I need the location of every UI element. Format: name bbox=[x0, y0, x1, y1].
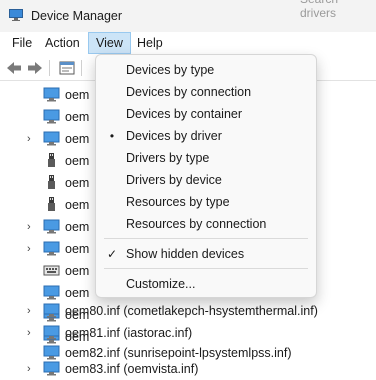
menu-item-label: Devices by connection bbox=[126, 85, 252, 99]
menu-separator bbox=[104, 238, 308, 239]
menu-item-devices-by-driver[interactable]: • Devices by driver bbox=[96, 125, 316, 147]
menu-help[interactable]: Help bbox=[130, 32, 170, 54]
monitor-icon bbox=[43, 219, 60, 234]
chevron-right-icon[interactable]: › bbox=[27, 242, 37, 256]
monitor-icon bbox=[43, 87, 60, 102]
monitor-icon bbox=[43, 361, 60, 376]
menu-item-devices-by-connection[interactable]: Devices by connection bbox=[96, 81, 316, 103]
tree-row-label: oem bbox=[65, 176, 90, 190]
tree-row-label: oem81.inf (iastorac.inf) bbox=[65, 326, 193, 340]
menu-item-label: Devices by type bbox=[126, 63, 215, 77]
menu-item-label: Resources by type bbox=[126, 195, 230, 209]
search-hint[interactable]: Search drivers bbox=[300, 0, 376, 20]
chevron-right-icon[interactable]: › bbox=[27, 362, 37, 376]
menu-item-customize[interactable]: Customize... bbox=[96, 273, 316, 295]
tree-row[interactable]: › oem80.inf (cometlakepch-hsystemthermal… bbox=[0, 300, 376, 322]
monitor-icon bbox=[43, 131, 60, 146]
usb-icon bbox=[48, 197, 55, 211]
menu-item-devices-by-type[interactable]: Devices by type bbox=[96, 59, 316, 81]
menu-item-label: Drivers by device bbox=[126, 173, 222, 187]
chevron-right-icon[interactable]: › bbox=[27, 326, 37, 340]
menu-item-resources-by-connection[interactable]: Resources by connection bbox=[96, 213, 316, 235]
title-bar: Device Manager Search drivers bbox=[0, 0, 376, 32]
tree-row-label: oem80.inf (cometlakepch-hsystemthermal.i… bbox=[65, 304, 318, 318]
menu-item-label: Devices by container bbox=[126, 107, 243, 121]
monitor-icon bbox=[43, 109, 60, 124]
tree-row[interactable]: › oem81.inf (iastorac.inf) bbox=[0, 322, 376, 344]
menu-file[interactable]: File bbox=[5, 32, 39, 54]
tree-row-label: oem bbox=[65, 198, 90, 212]
forward-arrow-icon[interactable] bbox=[26, 59, 44, 77]
menu-item-label: Devices by driver bbox=[126, 129, 222, 143]
radio-bullet-icon: • bbox=[109, 129, 115, 143]
monitor-icon bbox=[43, 325, 60, 340]
chevron-right-icon[interactable]: › bbox=[27, 304, 37, 318]
tree-row-label: oem bbox=[65, 154, 90, 168]
back-arrow-icon[interactable] bbox=[5, 59, 23, 77]
menu-view[interactable]: View bbox=[88, 32, 131, 54]
tree-row-label: oem bbox=[65, 220, 90, 234]
usb-icon bbox=[48, 175, 55, 189]
tree-row-label: oem bbox=[65, 264, 90, 278]
tree-row-label: oem bbox=[65, 242, 90, 256]
toolbar-divider bbox=[81, 60, 82, 76]
menu-item-label: Customize... bbox=[126, 277, 196, 291]
device-manager-icon bbox=[9, 9, 23, 21]
properties-icon[interactable] bbox=[58, 59, 76, 77]
usb-icon bbox=[48, 153, 55, 167]
chevron-right-icon[interactable]: › bbox=[27, 220, 37, 234]
window-title: Device Manager bbox=[31, 9, 123, 23]
menu-item-label: Show hidden devices bbox=[126, 247, 245, 261]
menu-item-resources-by-type[interactable]: Resources by type bbox=[96, 191, 316, 213]
monitor-icon bbox=[43, 303, 60, 318]
menu-item-devices-by-container[interactable]: Devices by container bbox=[96, 103, 316, 125]
menu-item-label: Drivers by type bbox=[126, 151, 210, 165]
menu-item-show-hidden-devices[interactable]: ✓ Show hidden devices bbox=[96, 243, 316, 265]
tree-row-label: oem bbox=[65, 286, 90, 300]
menu-item-drivers-by-device[interactable]: Drivers by device bbox=[96, 169, 316, 191]
chevron-right-icon[interactable]: › bbox=[27, 132, 37, 146]
view-menu-dropdown: Devices by type Devices by connection De… bbox=[95, 54, 317, 298]
tree-row-label: oem bbox=[65, 132, 90, 146]
menu-separator bbox=[104, 268, 308, 269]
tree-row[interactable]: › oem83.inf (oemvista.inf) bbox=[0, 358, 376, 380]
tree-row-label: oem bbox=[65, 110, 90, 124]
menu-bar: File Action View Help bbox=[0, 32, 376, 54]
monitor-icon bbox=[43, 241, 60, 256]
toolbar-divider bbox=[49, 60, 50, 76]
tree-row-label: oem bbox=[65, 88, 90, 102]
menu-item-drivers-by-type[interactable]: Drivers by type bbox=[96, 147, 316, 169]
menu-item-label: Resources by connection bbox=[126, 217, 267, 231]
keyboard-icon bbox=[43, 265, 60, 276]
tree-row-label: oem83.inf (oemvista.inf) bbox=[65, 362, 199, 376]
checkmark-icon: ✓ bbox=[106, 247, 118, 261]
menu-action[interactable]: Action bbox=[38, 32, 87, 54]
monitor-icon bbox=[43, 285, 60, 300]
